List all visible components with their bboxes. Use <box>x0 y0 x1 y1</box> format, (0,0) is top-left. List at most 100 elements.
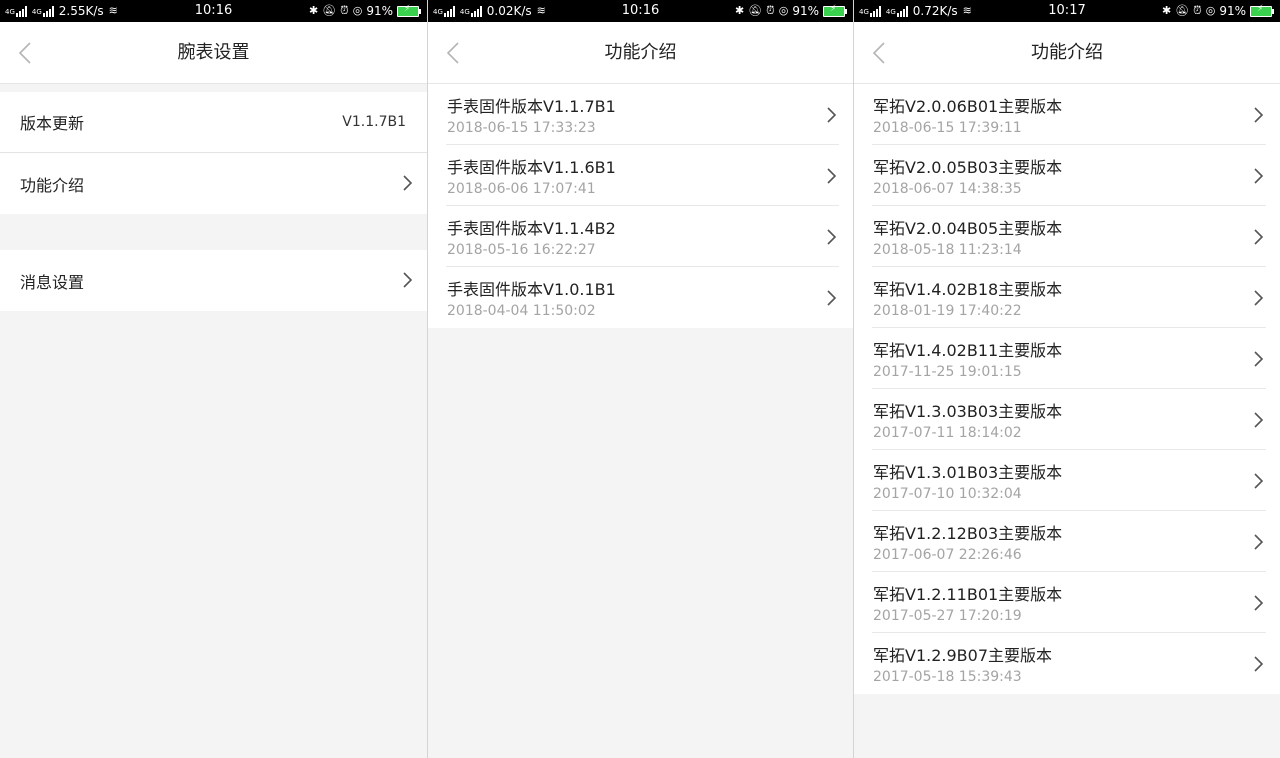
version-name: 军拓V2.0.05B03主要版本 <box>873 158 1063 177</box>
list-item[interactable]: 手表固件版本V1.1.6B1 2018-06-06 17:07:41 <box>446 145 839 206</box>
feature-intro-screen: 4G 4G 0.02K/s ≋ 10:16 ✱ 🔕︎ ⏰︎ ◎ 91% 功能介绍 <box>428 0 853 758</box>
version-name: 军拓V1.2.11B01主要版本 <box>873 585 1063 604</box>
location-icon: ◎ <box>1205 4 1216 17</box>
mute-icon: 🔕︎ <box>322 4 337 17</box>
chevron-right-icon <box>1254 351 1264 367</box>
version-name: 军拓V1.4.02B11主要版本 <box>873 341 1063 360</box>
bluetooth-icon: ✱ <box>734 4 745 17</box>
page-title: 腕表设置 <box>177 42 250 63</box>
version-date: 2018-06-15 17:33:23 <box>447 120 596 136</box>
nav-bar: 功能介绍 <box>428 22 853 84</box>
version-date: 2017-07-11 18:14:02 <box>873 425 1022 441</box>
version-list: 军拓V2.0.06B01主要版本 2018-06-15 17:39:11 军拓V… <box>854 84 1280 694</box>
alarm-icon: ⏰︎ <box>1193 4 1202 17</box>
status-right: ✱ 🔕︎ ⏰︎ ◎ 91% <box>309 0 421 22</box>
screens-container: 4G 4G 2.55K/s ≋ 10:16 ✱ 🔕︎ ⏰︎ ◎ 91% 腕表设置 <box>0 0 1280 758</box>
version-name: 军拓V2.0.04B05主要版本 <box>873 219 1063 238</box>
item-label: 版本更新 <box>20 114 85 133</box>
version-name: 军拓V1.2.9B07主要版本 <box>873 646 1052 665</box>
version-date: 2018-06-15 17:39:11 <box>873 120 1022 136</box>
battery-percent: 91% <box>792 4 819 18</box>
item-label: 消息设置 <box>20 272 85 292</box>
location-icon: ◎ <box>778 4 789 17</box>
bluetooth-icon: ✱ <box>1161 4 1172 17</box>
chevron-right-icon <box>1254 229 1264 245</box>
list-item[interactable]: 手表固件版本V1.1.7B1 2018-06-15 17:33:23 <box>446 84 839 145</box>
version-date: 2018-04-04 11:50:02 <box>447 303 596 319</box>
version-name: 军拓V2.0.06B01主要版本 <box>873 97 1063 116</box>
chevron-right-icon <box>1254 656 1264 672</box>
version-name: 军拓V1.3.03B03主要版本 <box>873 402 1063 421</box>
version-date: 2017-05-18 15:39:43 <box>873 669 1022 685</box>
battery-percent: 91% <box>1219 4 1246 18</box>
chevron-right-icon <box>827 290 837 306</box>
bluetooth-icon: ✱ <box>308 4 319 17</box>
list-item[interactable]: 军拓V1.3.01B03主要版本 2017-07-10 10:32:04 <box>872 450 1266 511</box>
version-name: 手表固件版本V1.1.7B1 <box>447 97 616 116</box>
list-item[interactable]: 军拓V1.2.9B07主要版本 2017-05-18 15:39:43 <box>872 633 1266 694</box>
battery-charging-icon <box>1250 4 1274 17</box>
watch-settings-screen: 4G 4G 2.55K/s ≋ 10:16 ✱ 🔕︎ ⏰︎ ◎ 91% 腕表设置 <box>0 0 427 758</box>
chevron-right-icon <box>827 229 837 245</box>
chevron-right-icon <box>403 175 413 191</box>
battery-percent: 91% <box>366 4 393 18</box>
version-name: 军拓V1.2.12B03主要版本 <box>873 524 1063 543</box>
status-bar: 4G 4G 2.55K/s ≋ 10:16 ✱ 🔕︎ ⏰︎ ◎ 91% <box>0 0 427 22</box>
battery-charging-icon <box>397 4 421 17</box>
status-right: ✱ 🔕︎ ⏰︎ ◎ 91% <box>735 0 847 22</box>
page-title: 功能介绍 <box>1031 42 1103 63</box>
version-date: 2018-06-06 17:07:41 <box>447 181 596 197</box>
list-item[interactable]: 军拓V1.4.02B11主要版本 2017-11-25 19:01:15 <box>872 328 1266 389</box>
list-item[interactable]: 手表固件版本V1.1.4B2 2018-05-16 16:22:27 <box>446 206 839 267</box>
battery-charging-icon <box>823 4 847 17</box>
version-list: 手表固件版本V1.1.7B1 2018-06-15 17:33:23 手表固件版… <box>428 84 853 328</box>
chevron-right-icon <box>1254 290 1264 306</box>
section-gap <box>0 84 427 92</box>
nav-bar: 功能介绍 <box>854 22 1280 84</box>
version-name: 军拓V1.3.01B03主要版本 <box>873 463 1063 482</box>
chevron-right-icon <box>1254 168 1264 184</box>
status-bar: 4G 4G 0.72K/s ≋ 10:17 ✱ 🔕︎ ⏰︎ ◎ 91% <box>854 0 1280 22</box>
list-item[interactable]: 军拓V1.2.12B03主要版本 2017-06-07 22:26:46 <box>872 511 1266 572</box>
chevron-right-icon <box>827 168 837 184</box>
list-item[interactable]: 军拓V1.3.03B03主要版本 2017-07-11 18:14:02 <box>872 389 1266 450</box>
chevron-right-icon <box>1254 595 1264 611</box>
section-gap <box>0 214 427 250</box>
version-date: 2018-05-16 16:22:27 <box>447 242 596 258</box>
version-name: 军拓V1.4.02B18主要版本 <box>873 280 1063 299</box>
chevron-right-icon <box>1254 107 1264 123</box>
item-value: V1.1.7B1 <box>342 114 406 130</box>
status-right: ✱ 🔕︎ ⏰︎ ◎ 91% <box>1162 0 1274 22</box>
feature-intro-screen: 4G 4G 0.72K/s ≋ 10:17 ✱ 🔕︎ ⏰︎ ◎ 91% 功能介绍 <box>854 0 1280 758</box>
message-settings-item[interactable]: 消息设置 <box>0 250 427 311</box>
alarm-icon: ⏰︎ <box>766 4 775 17</box>
chevron-right-icon <box>827 107 837 123</box>
version-date: 2018-01-19 17:40:22 <box>873 303 1022 319</box>
page-title: 功能介绍 <box>604 42 677 63</box>
list-item[interactable]: 军拓V1.4.02B18主要版本 2018-01-19 17:40:22 <box>872 267 1266 328</box>
chevron-right-icon <box>1254 412 1264 428</box>
version-date: 2017-06-07 22:26:46 <box>873 547 1022 563</box>
version-date: 2017-05-27 17:20:19 <box>873 608 1022 624</box>
version-name: 手表固件版本V1.1.4B2 <box>447 219 616 238</box>
chevron-right-icon <box>1254 473 1264 489</box>
version-date: 2017-07-10 10:32:04 <box>873 486 1022 502</box>
version-name: 手表固件版本V1.0.1B1 <box>447 280 616 299</box>
list-item[interactable]: 军拓V1.2.11B01主要版本 2017-05-27 17:20:19 <box>872 572 1266 633</box>
alarm-icon: ⏰︎ <box>340 4 349 17</box>
mute-icon: 🔕︎ <box>1175 4 1190 17</box>
list-item[interactable]: 手表固件版本V1.0.1B1 2018-04-04 11:50:02 <box>446 267 839 328</box>
status-bar: 4G 4G 0.02K/s ≋ 10:16 ✱ 🔕︎ ⏰︎ ◎ 91% <box>428 0 853 22</box>
version-date: 2018-05-18 11:23:14 <box>873 242 1022 258</box>
mute-icon: 🔕︎ <box>748 4 763 17</box>
feature-intro-item[interactable]: 功能介绍 <box>0 153 427 214</box>
list-item[interactable]: 军拓V2.0.04B05主要版本 2018-05-18 11:23:14 <box>872 206 1266 267</box>
version-update-item[interactable]: 版本更新 V1.1.7B1 <box>0 92 427 153</box>
item-label: 功能介绍 <box>20 175 85 195</box>
chevron-right-icon <box>1254 534 1264 550</box>
version-name: 手表固件版本V1.1.6B1 <box>447 158 616 177</box>
list-item[interactable]: 军拓V2.0.05B03主要版本 2018-06-07 14:38:35 <box>872 145 1266 206</box>
nav-bar: 腕表设置 <box>0 22 427 84</box>
version-date: 2017-11-25 19:01:15 <box>873 364 1022 380</box>
list-item[interactable]: 军拓V2.0.06B01主要版本 2018-06-15 17:39:11 <box>872 84 1266 145</box>
